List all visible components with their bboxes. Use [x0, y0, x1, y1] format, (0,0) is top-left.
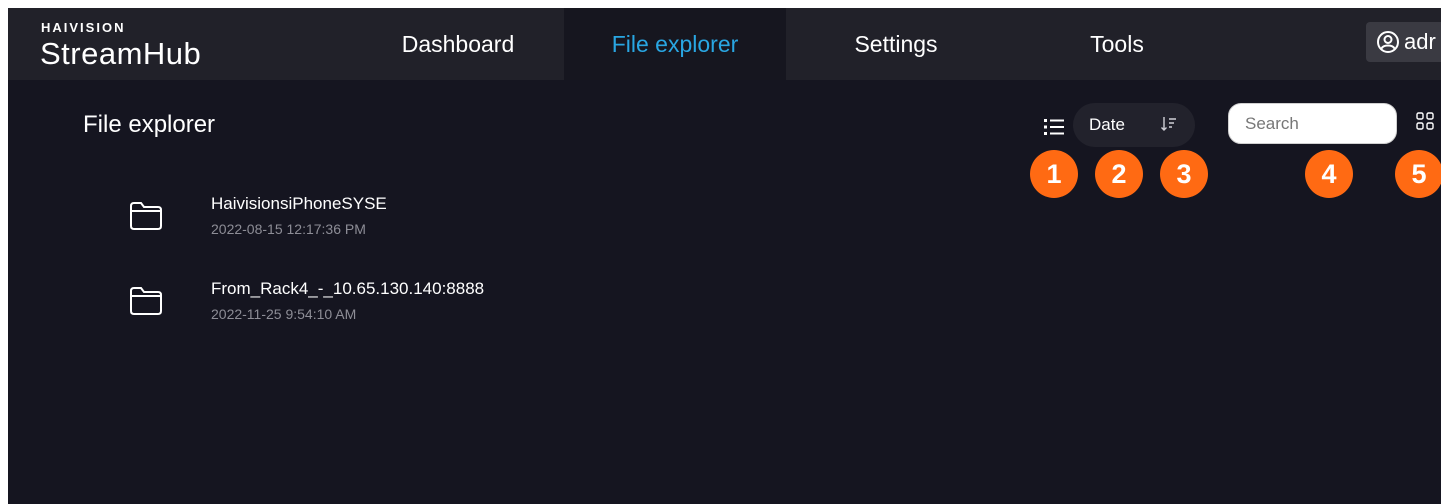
user-menu-button[interactable]: adr: [1366, 22, 1441, 62]
callout-badge-5: 5: [1395, 150, 1441, 198]
sort-descending-icon[interactable]: [1160, 115, 1178, 133]
callout-badge-1: 1: [1030, 150, 1078, 198]
company-logo: HAIVISION: [41, 20, 126, 35]
app-window: HAIVISION StreamHub Dashboard File explo…: [8, 8, 1441, 504]
tab-settings[interactable]: Settings: [786, 8, 1006, 80]
tab-tools[interactable]: Tools: [1006, 8, 1228, 80]
callout-badge-2: 2: [1095, 150, 1143, 198]
file-date: 2022-11-25 9:54:10 AM: [211, 306, 357, 322]
file-name: HaivisionsiPhoneSYSE: [211, 194, 387, 213]
callout-badge-4: 4: [1305, 150, 1353, 198]
file-list-item[interactable]: HaivisionsiPhoneSYSE 2022-08-15 12:17:36…: [108, 188, 608, 248]
file-name: From_Rack4_-_10.65.130.140:8888: [211, 279, 485, 298]
tab-file-explorer[interactable]: File explorer: [564, 8, 786, 80]
grid-icon[interactable]: [1416, 112, 1434, 130]
top-navigation: HAIVISION StreamHub Dashboard File explo…: [8, 8, 1441, 80]
file-list-item[interactable]: From_Rack4_-_10.65.130.140:8888 2022-11-…: [108, 273, 608, 333]
search-input[interactable]: [1228, 103, 1397, 144]
product-logo: StreamHub: [40, 36, 202, 71]
sort-field-button[interactable]: Date: [1089, 115, 1125, 135]
folder-icon: [130, 202, 162, 230]
user-name: adr: [1404, 29, 1436, 54]
list-icon[interactable]: [1043, 116, 1065, 138]
page-title: File explorer: [83, 111, 216, 138]
tab-dashboard[interactable]: Dashboard: [351, 8, 565, 80]
file-date: 2022-08-15 12:17:36 PM: [211, 221, 366, 237]
user-icon: [1377, 31, 1399, 53]
folder-icon: [130, 287, 162, 315]
callout-badge-3: 3: [1160, 150, 1208, 198]
